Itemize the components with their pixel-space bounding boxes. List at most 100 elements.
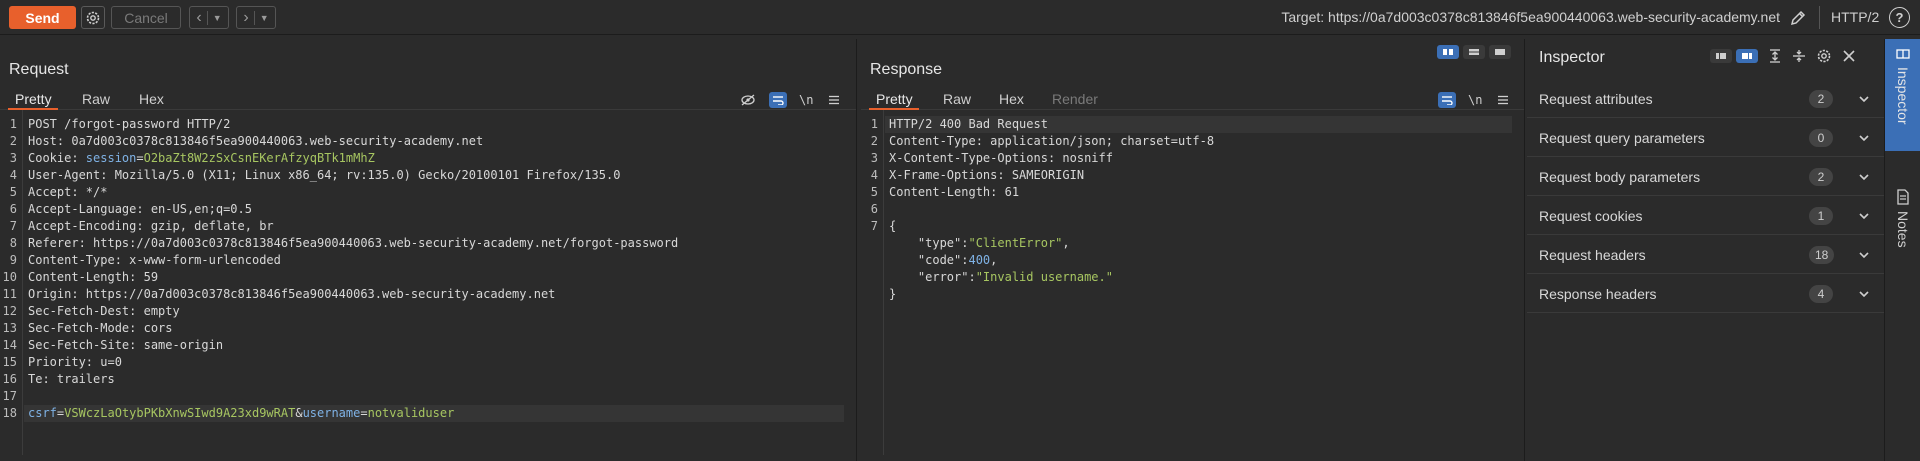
- wrap-lines-icon[interactable]: [769, 91, 787, 108]
- code-line[interactable]: 12 Sec-Fetch-Dest: empty: [0, 303, 856, 320]
- inspector-section-query-parameters[interactable]: Request query parameters 0: [1527, 119, 1884, 157]
- tab-hex[interactable]: Hex: [139, 89, 164, 110]
- send-button[interactable]: Send: [9, 6, 76, 29]
- newline-toggle[interactable]: \n: [799, 93, 813, 107]
- tab-pretty[interactable]: Pretty: [8, 89, 58, 110]
- code-token: ,: [990, 253, 998, 267]
- code-line[interactable]: "type":"ClientError",: [861, 235, 1524, 252]
- sidebar-tab-inspector[interactable]: Inspector: [1885, 39, 1920, 151]
- history-back-button[interactable]: ‹ ▼: [189, 6, 229, 29]
- code-line[interactable]: 3 Cookie: session=O2baZt8W2zSxCsnEKerAfzy…: [0, 150, 856, 167]
- line-content: Content-Length: 61: [889, 184, 1019, 201]
- request-pane: Request Pretty Raw Hex \n 1 POST /forgot-…: [0, 39, 857, 461]
- history-forward-button[interactable]: › ▼: [236, 6, 276, 29]
- code-token: O2baZt8W2zSxCsnEKerAfzyqBTk1mMhZ: [143, 151, 375, 165]
- close-icon[interactable]: [1842, 49, 1856, 63]
- dropdown-arrow-icon[interactable]: ▼: [213, 13, 222, 23]
- code-line[interactable]: 2 Host: 0a7d003c0378c813846f5ea900440063.…: [0, 133, 856, 150]
- newline-toggle[interactable]: \n: [1468, 93, 1482, 107]
- code-line[interactable]: "code":400,: [861, 252, 1524, 269]
- line-content: Content-Type: x-www-form-urlencoded: [28, 252, 281, 269]
- settings-button[interactable]: [81, 6, 105, 29]
- code-token: "code":: [889, 253, 969, 267]
- chevron-down-icon[interactable]: [1857, 287, 1871, 301]
- code-token: VSWczLaOtybPKbXnwSIwd9A23xd9wRAT: [64, 406, 296, 420]
- chevron-down-icon[interactable]: [1857, 131, 1871, 145]
- section-label: Request headers: [1539, 247, 1646, 263]
- code-line[interactable]: 4 User-Agent: Mozilla/5.0 (X11; Linux x86…: [0, 167, 856, 184]
- count-badge: 2: [1809, 168, 1833, 186]
- code-line[interactable]: 1 POST /forgot-password HTTP/2: [0, 116, 856, 133]
- code-line[interactable]: 4 X-Frame-Options: SAMEORIGIN: [861, 167, 1524, 184]
- inspector-section-request-attributes[interactable]: Request attributes 2: [1527, 80, 1884, 118]
- response-editor[interactable]: 1 HTTP/2 400 Bad Request 2 Content-Type: ap…: [861, 110, 1524, 455]
- request-editor[interactable]: 1 POST /forgot-password HTTP/2 2 Host: 0a7d…: [0, 110, 856, 455]
- code-line[interactable]: 7{: [861, 218, 1524, 235]
- line-content: "code":400,: [889, 252, 998, 269]
- code-line[interactable]: 18 csrf = VSWczLaOtybPKbXnwSIwd9A23xd9wRAT&…: [0, 405, 856, 422]
- code-line[interactable]: 10 Content-Length: 59: [0, 269, 856, 286]
- chevron-down-icon[interactable]: [1857, 92, 1871, 106]
- code-line[interactable]: 15 Priority: u=0: [0, 354, 856, 371]
- line-number: 2: [870, 134, 878, 148]
- line-content: csrf = VSWczLaOtybPKbXnwSIwd9A23xd9wRAT&us…: [28, 405, 455, 422]
- chevron-down-icon[interactable]: [1857, 170, 1871, 184]
- expand-all-icon[interactable]: [1768, 49, 1782, 63]
- inspector-title: Inspector: [1539, 49, 1605, 66]
- code-line[interactable]: "error":"Invalid username.": [861, 269, 1524, 286]
- sidebar-tab-notes[interactable]: Notes: [1885, 189, 1920, 279]
- chevron-down-icon[interactable]: [1857, 209, 1871, 223]
- count-badge: 4: [1809, 285, 1833, 303]
- dropdown-arrow-icon[interactable]: ▼: [260, 13, 269, 23]
- inspector-section-cookies[interactable]: Request cookies 1: [1527, 197, 1884, 235]
- layout-side-by-side-icon[interactable]: [1437, 45, 1459, 59]
- help-button[interactable]: ?: [1889, 7, 1910, 28]
- code-line[interactable]: 6: [861, 201, 1524, 218]
- tab-raw[interactable]: Raw: [943, 89, 971, 110]
- layout-tabs-icon[interactable]: [1489, 45, 1511, 59]
- protocol-selector[interactable]: HTTP/2: [1831, 0, 1879, 35]
- layout-stacked-icon[interactable]: [1463, 45, 1485, 59]
- code-line[interactable]: 11 Origin: https://0a7d003c0378c813846f5e…: [0, 286, 856, 303]
- code-token: Accept: */*: [28, 185, 108, 199]
- code-line[interactable]: 5 Content-Length: 61: [861, 184, 1524, 201]
- code-token: Content-Length: 59: [28, 270, 159, 284]
- code-line[interactable]: 9 Content-Type: x-www-form-urlencoded: [0, 252, 856, 269]
- pencil-icon: [1790, 10, 1806, 26]
- code-line[interactable]: 6 Accept-Language: en-US,en;q=0.5: [0, 201, 856, 218]
- code-line[interactable]: 16 Te: trailers: [0, 371, 856, 388]
- code-line[interactable]: 5 Accept: */*: [0, 184, 856, 201]
- code-line[interactable]: 8 Referer: https://0a7d003c0378c813846f5e…: [0, 235, 856, 252]
- code-line[interactable]: 7 Accept-Encoding: gzip, deflate, br: [0, 218, 856, 235]
- inspector-layout-detail-icon[interactable]: [1736, 49, 1758, 63]
- line-number: 16: [2, 372, 17, 386]
- code-token: Host:: [28, 134, 72, 148]
- menu-icon[interactable]: [825, 92, 843, 108]
- chevron-down-icon[interactable]: [1857, 248, 1871, 262]
- line-number: 9: [9, 253, 17, 267]
- code-line[interactable]: 17: [0, 388, 856, 405]
- inspector-section-request-headers[interactable]: Request headers 18: [1527, 236, 1884, 274]
- hide-nonprintable-icon[interactable]: [739, 92, 757, 108]
- inspector-layout-list-icon[interactable]: [1710, 49, 1732, 63]
- response-view-options: \n: [1438, 89, 1512, 110]
- inspector-section-response-headers[interactable]: Response headers 4: [1527, 275, 1884, 313]
- code-line[interactable]: }: [861, 286, 1524, 303]
- code-line[interactable]: 3 X-Content-Type-Options: nosniff: [861, 150, 1524, 167]
- wrap-lines-icon[interactable]: [1438, 91, 1456, 108]
- collapse-all-icon[interactable]: [1792, 49, 1806, 63]
- tab-hex[interactable]: Hex: [999, 89, 1024, 110]
- code-line[interactable]: 2 Content-Type: application/json; charset…: [861, 133, 1524, 150]
- inspector-section-body-parameters[interactable]: Request body parameters 2: [1527, 158, 1884, 196]
- cancel-button[interactable]: Cancel: [111, 6, 181, 29]
- code-line[interactable]: 1 HTTP/2 400 Bad Request: [861, 116, 1524, 133]
- tab-render[interactable]: Render: [1052, 89, 1098, 110]
- tab-raw[interactable]: Raw: [82, 89, 110, 110]
- menu-icon[interactable]: [1494, 92, 1512, 108]
- edit-target-button[interactable]: [1788, 8, 1808, 28]
- line-content: Content-Length: 59: [28, 269, 158, 286]
- gear-icon[interactable]: [1816, 48, 1832, 64]
- tab-pretty[interactable]: Pretty: [869, 89, 919, 110]
- code-line[interactable]: 14 Sec-Fetch-Site: same-origin: [0, 337, 856, 354]
- code-line[interactable]: 13 Sec-Fetch-Mode: cors: [0, 320, 856, 337]
